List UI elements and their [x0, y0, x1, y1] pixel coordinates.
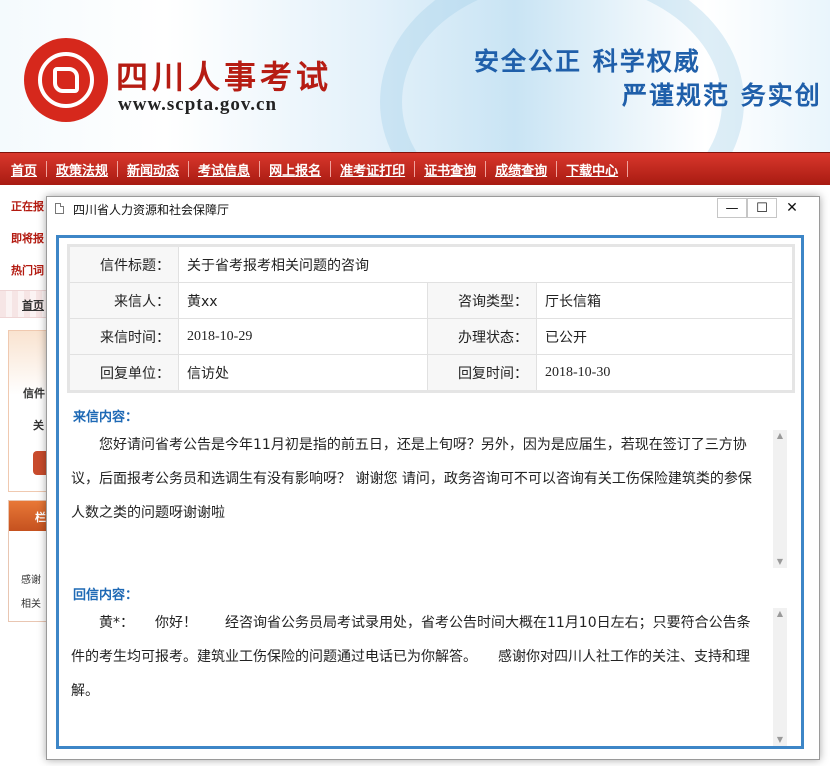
date-value: 2018-10-29: [178, 318, 428, 355]
nav-divider: [627, 161, 629, 177]
dialog-title: 四川省人力资源和社会保障厅: [73, 203, 230, 217]
nav-certificate-query[interactable]: 证书查询: [417, 160, 483, 179]
nav-policies[interactable]: 政策法规: [49, 160, 115, 179]
nav-divider: [117, 161, 119, 177]
nav-news[interactable]: 新闻动态: [120, 160, 186, 179]
minimize-button[interactable]: —: [717, 198, 747, 218]
nav-online-registration[interactable]: 网上报名: [262, 160, 328, 179]
letter-body: 您好请问省考公告是今年11月初是指的前五日，还是上旬呀？另外，因为是应届生，若现…: [71, 437, 752, 521]
nav-home[interactable]: 首页: [4, 160, 44, 179]
scroll-down-icon[interactable]: ▼: [773, 556, 787, 568]
breadcrumb-home[interactable]: 首页: [22, 297, 44, 313]
reply-unit-value: 信访处: [178, 354, 428, 392]
bg-letter-box: 信件 关: [8, 330, 51, 492]
maximize-button[interactable]: ☐: [747, 198, 777, 218]
table-row: 信件标题： 关于省考报考相关问题的咨询: [68, 245, 794, 283]
site-url: www.scpta.gov.cn: [118, 94, 278, 115]
nav-divider: [330, 161, 332, 177]
close-button[interactable]: ✕: [777, 198, 807, 218]
site-name: 四川人事考试: [116, 58, 333, 96]
reply-date-value: 2018-10-30: [536, 354, 794, 392]
scroll-up-icon[interactable]: ▲: [773, 608, 787, 620]
nav-exam-info[interactable]: 考试信息: [191, 160, 257, 179]
table-row: 回复单位： 信访处 回复时间： 2018-10-30: [68, 354, 794, 392]
bg-label-registering[interactable]: 正在报: [11, 198, 44, 214]
document-icon: [55, 203, 64, 214]
nav-divider: [485, 161, 487, 177]
letter-info-table: 信件标题： 关于省考报考相关问题的咨询 来信人： 黄xx 咨询类型： 厅长信箱 …: [67, 244, 795, 393]
logo-mark: [53, 67, 79, 93]
reply-section-title: 回信内容：: [73, 588, 139, 603]
letter-dialog: 四川省人力资源和社会保障厅 — ☐ ✕ 信件标题： 关于省考报考相关问题的咨询 …: [46, 196, 820, 760]
table-row: 来信时间： 2018-10-29 办理状态： 已公开: [68, 318, 794, 355]
nav-score-query[interactable]: 成绩查询: [488, 160, 554, 179]
bg-column-line: 相关: [21, 599, 41, 610]
slogan-line-2: 严谨规范 务实创: [622, 81, 822, 110]
letter-content-frame: 信件标题： 关于省考报考相关问题的咨询 来信人： 黄xx 咨询类型： 厅长信箱 …: [56, 235, 804, 749]
site-banner: 四川人事考试 www.scpta.gov.cn 安全公正 科学权威 严谨规范 务…: [0, 0, 830, 152]
nav-divider: [414, 161, 416, 177]
bg-label-upcoming[interactable]: 即将报: [11, 230, 44, 246]
main-nav: 首页 政策法规 新闻动态 考试信息 网上报名 准考证打印 证书查询 成绩查询 下…: [0, 152, 830, 185]
reply-body: 黄*： 你好！ 经咨询省公务员局考试录用处，省考公告时间大概在11月10日左右；…: [71, 615, 751, 699]
bg-column-title: 栏: [35, 511, 46, 524]
type-value: 厅长信箱: [536, 282, 794, 319]
nav-divider: [556, 161, 558, 177]
subject-label: 信件标题：: [68, 245, 179, 283]
nav-divider: [259, 161, 261, 177]
nav-admission-ticket[interactable]: 准考证打印: [333, 160, 412, 179]
reply-date-label: 回复时间：: [427, 354, 537, 392]
table-row: 来信人： 黄xx 咨询类型： 厅长信箱: [68, 282, 794, 319]
site-logo[interactable]: [24, 38, 108, 122]
scroll-down-icon[interactable]: ▼: [773, 734, 787, 746]
slogan-line-1: 安全公正 科学权威: [474, 47, 701, 76]
bg-column-header: 栏: [9, 501, 49, 531]
nav-divider: [46, 161, 48, 177]
sender-label: 来信人：: [68, 282, 179, 319]
status-value: 已公开: [536, 318, 794, 355]
sender-value: 黄xx: [178, 282, 428, 319]
letter-scrollbar[interactable]: ▲ ▼: [773, 430, 787, 568]
date-label: 来信时间：: [68, 318, 179, 355]
letter-section-title: 来信内容：: [73, 410, 139, 425]
nav-divider: [188, 161, 190, 177]
bg-letter-title: 信件: [23, 387, 45, 400]
logo-ring: [38, 52, 94, 108]
dialog-titlebar[interactable]: 四川省人力资源和社会保障厅 — ☐ ✕: [47, 197, 819, 221]
bg-letter-sub: 关: [33, 419, 44, 432]
status-label: 办理状态：: [427, 318, 537, 355]
bg-column-box: 栏 感谢 相关: [8, 500, 50, 622]
reply-scrollbar[interactable]: ▲ ▼: [773, 608, 787, 746]
bg-label-hot-words[interactable]: 热门词: [11, 262, 44, 278]
bg-column-line: 感谢: [21, 575, 41, 586]
type-label: 咨询类型：: [427, 282, 537, 319]
nav-download-center[interactable]: 下载中心: [559, 160, 625, 179]
reply-unit-label: 回复单位：: [68, 354, 179, 392]
subject-value: 关于省考报考相关问题的咨询: [178, 245, 794, 283]
scroll-up-icon[interactable]: ▲: [773, 430, 787, 442]
